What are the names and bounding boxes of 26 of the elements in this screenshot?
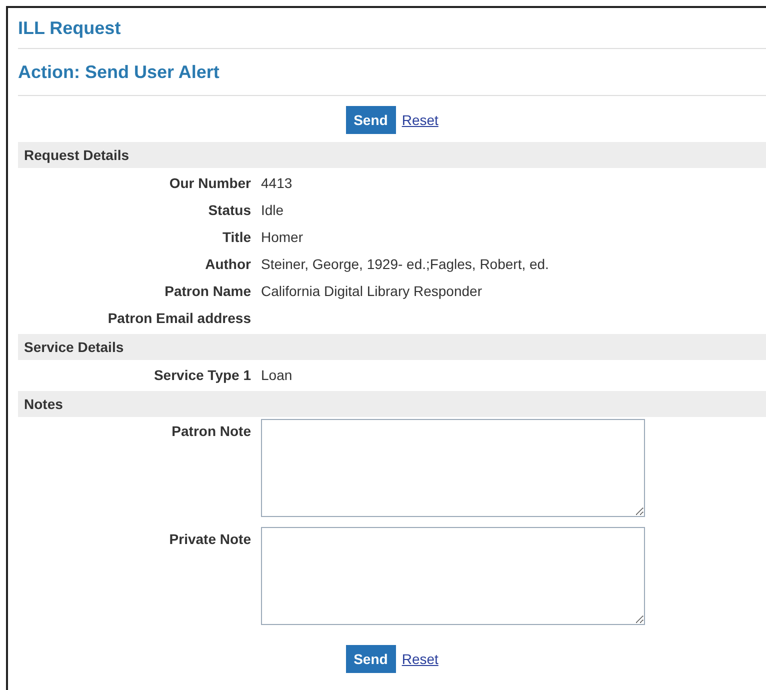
field-value: Idle	[261, 201, 284, 220]
field-value: California Digital Library Responder	[261, 282, 482, 301]
field-value: Steiner, George, 1929- ed.;Fagles, Robert, ed.	[261, 255, 549, 274]
field-label: Title	[221, 228, 252, 247]
note-label: Private Note	[168, 530, 252, 549]
field-label: Patron Email address	[106, 309, 252, 328]
section-header: Request Details	[18, 142, 766, 168]
field-label: Status	[207, 201, 252, 220]
section-header: Notes	[18, 391, 766, 417]
action-title: Action: Send User Alert	[18, 61, 220, 84]
section-header: Service Details	[18, 334, 766, 360]
note-field[interactable]	[261, 527, 645, 625]
field-value: Homer	[261, 228, 304, 247]
field-label: Patron Name	[164, 282, 252, 301]
field-label: Service Type 1	[152, 366, 252, 385]
send-button[interactable]: Send	[346, 106, 396, 134]
field-label: Our Number	[168, 174, 252, 193]
note-label: Patron Note	[170, 422, 252, 441]
note-field[interactable]	[261, 419, 645, 517]
send-button[interactable]: Send	[346, 645, 396, 673]
page-title: ILL Request	[18, 17, 122, 40]
reset-link[interactable]: Reset	[402, 110, 438, 130]
reset-link[interactable]: Reset	[402, 648, 438, 670]
field-value: Loan	[261, 366, 292, 385]
field-value: 4413	[261, 174, 292, 193]
field-label: Author	[204, 255, 252, 274]
